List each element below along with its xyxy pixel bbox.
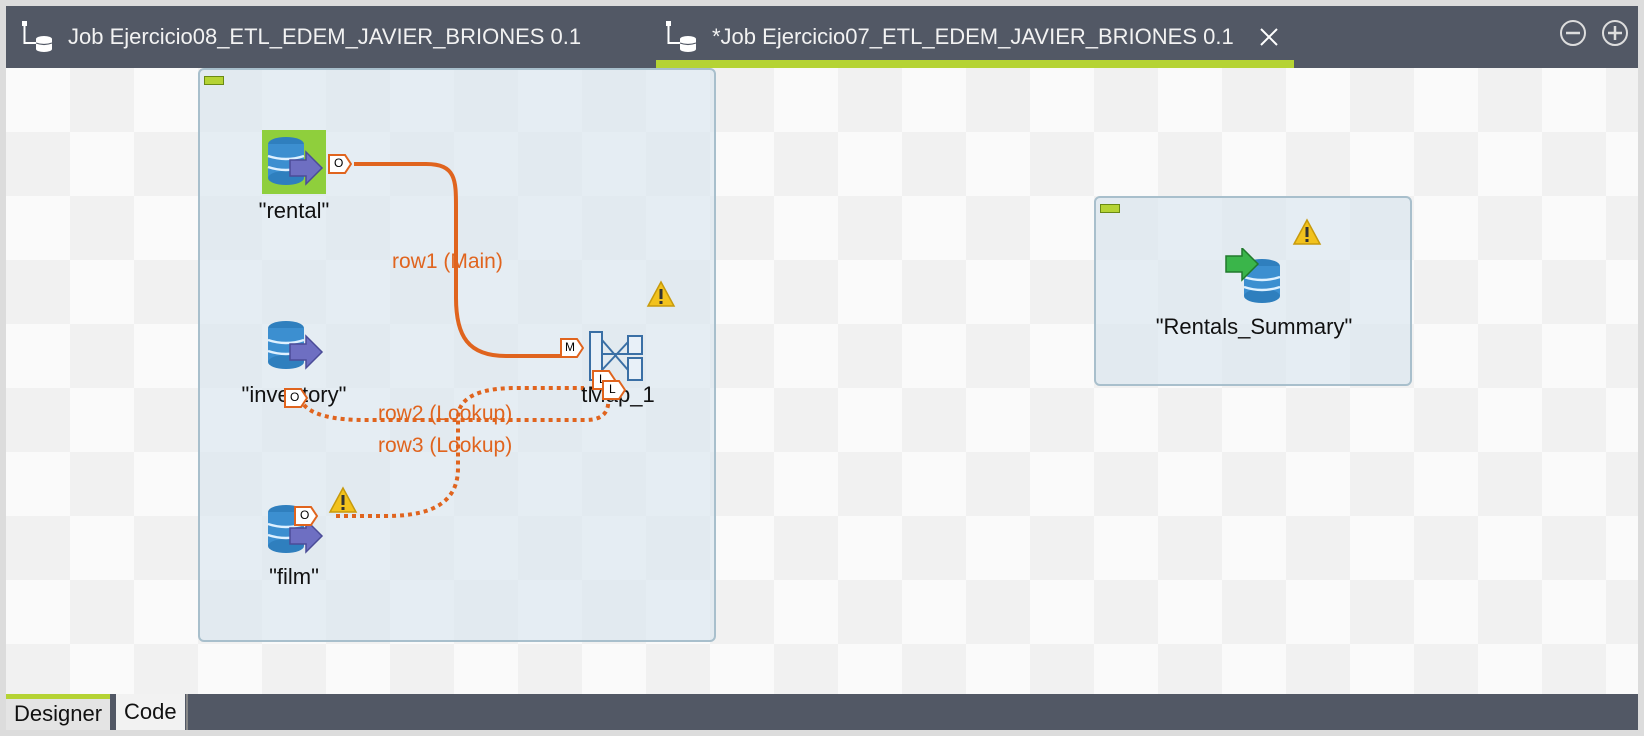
editor-bottom-tabs: Designer Code (6, 694, 1638, 730)
port-label: O (290, 390, 300, 404)
tab-code[interactable]: Code (116, 694, 185, 730)
editor-tab-bar: Job Ejercicio08_ETL_EDEM_JAVIER_BRIONES … (6, 6, 1638, 68)
rentals-summary-component[interactable] (1224, 248, 1288, 308)
rental-component[interactable] (262, 130, 326, 194)
tab-divider (186, 694, 188, 730)
port-label: M (565, 340, 575, 354)
tab-designer[interactable]: Designer (6, 694, 111, 730)
rental-label: "rental" (258, 198, 330, 223)
port-label: O (300, 508, 310, 522)
tab-job-ejercicio08[interactable]: Job Ejercicio08_ETL_EDEM_JAVIER_BRIONES … (12, 6, 581, 68)
job-icon (666, 21, 697, 52)
inventory-component[interactable] (262, 318, 326, 374)
warning-icon (328, 486, 358, 513)
link-layer (298, 162, 611, 518)
film-label: "film" (269, 564, 319, 589)
port-label: L (609, 382, 616, 396)
job-icon (22, 21, 53, 52)
tab-label: *Job Ejercicio07_ETL_EDEM_JAVIER_BRIONES… (712, 24, 1234, 49)
designer-canvas[interactable]: "rental" O "inventory" O "film" (6, 68, 1638, 694)
rentals-summary-label: "Rentals_Summary" (1155, 314, 1353, 339)
minimize-icon[interactable] (1558, 18, 1588, 48)
row2-link-label[interactable]: row2 (Lookup) (378, 402, 512, 426)
close-icon[interactable] (1258, 26, 1280, 48)
active-tab-indicator (656, 60, 1294, 68)
warning-icon (646, 280, 676, 307)
port-label: O (334, 156, 344, 170)
row3-link-label[interactable]: row3 (Lookup) (378, 434, 512, 458)
maximize-icon[interactable] (1600, 18, 1630, 48)
job-editor-window: Job Ejercicio08_ETL_EDEM_JAVIER_BRIONES … (0, 0, 1644, 736)
warning-icon (1292, 218, 1322, 245)
row1-link-label[interactable]: row1 (Main) (392, 250, 503, 274)
tab-label: Job Ejercicio08_ETL_EDEM_JAVIER_BRIONES … (68, 24, 582, 49)
tab-job-ejercicio07[interactable]: *Job Ejercicio07_ETL_EDEM_JAVIER_BRIONES… (656, 6, 1294, 68)
